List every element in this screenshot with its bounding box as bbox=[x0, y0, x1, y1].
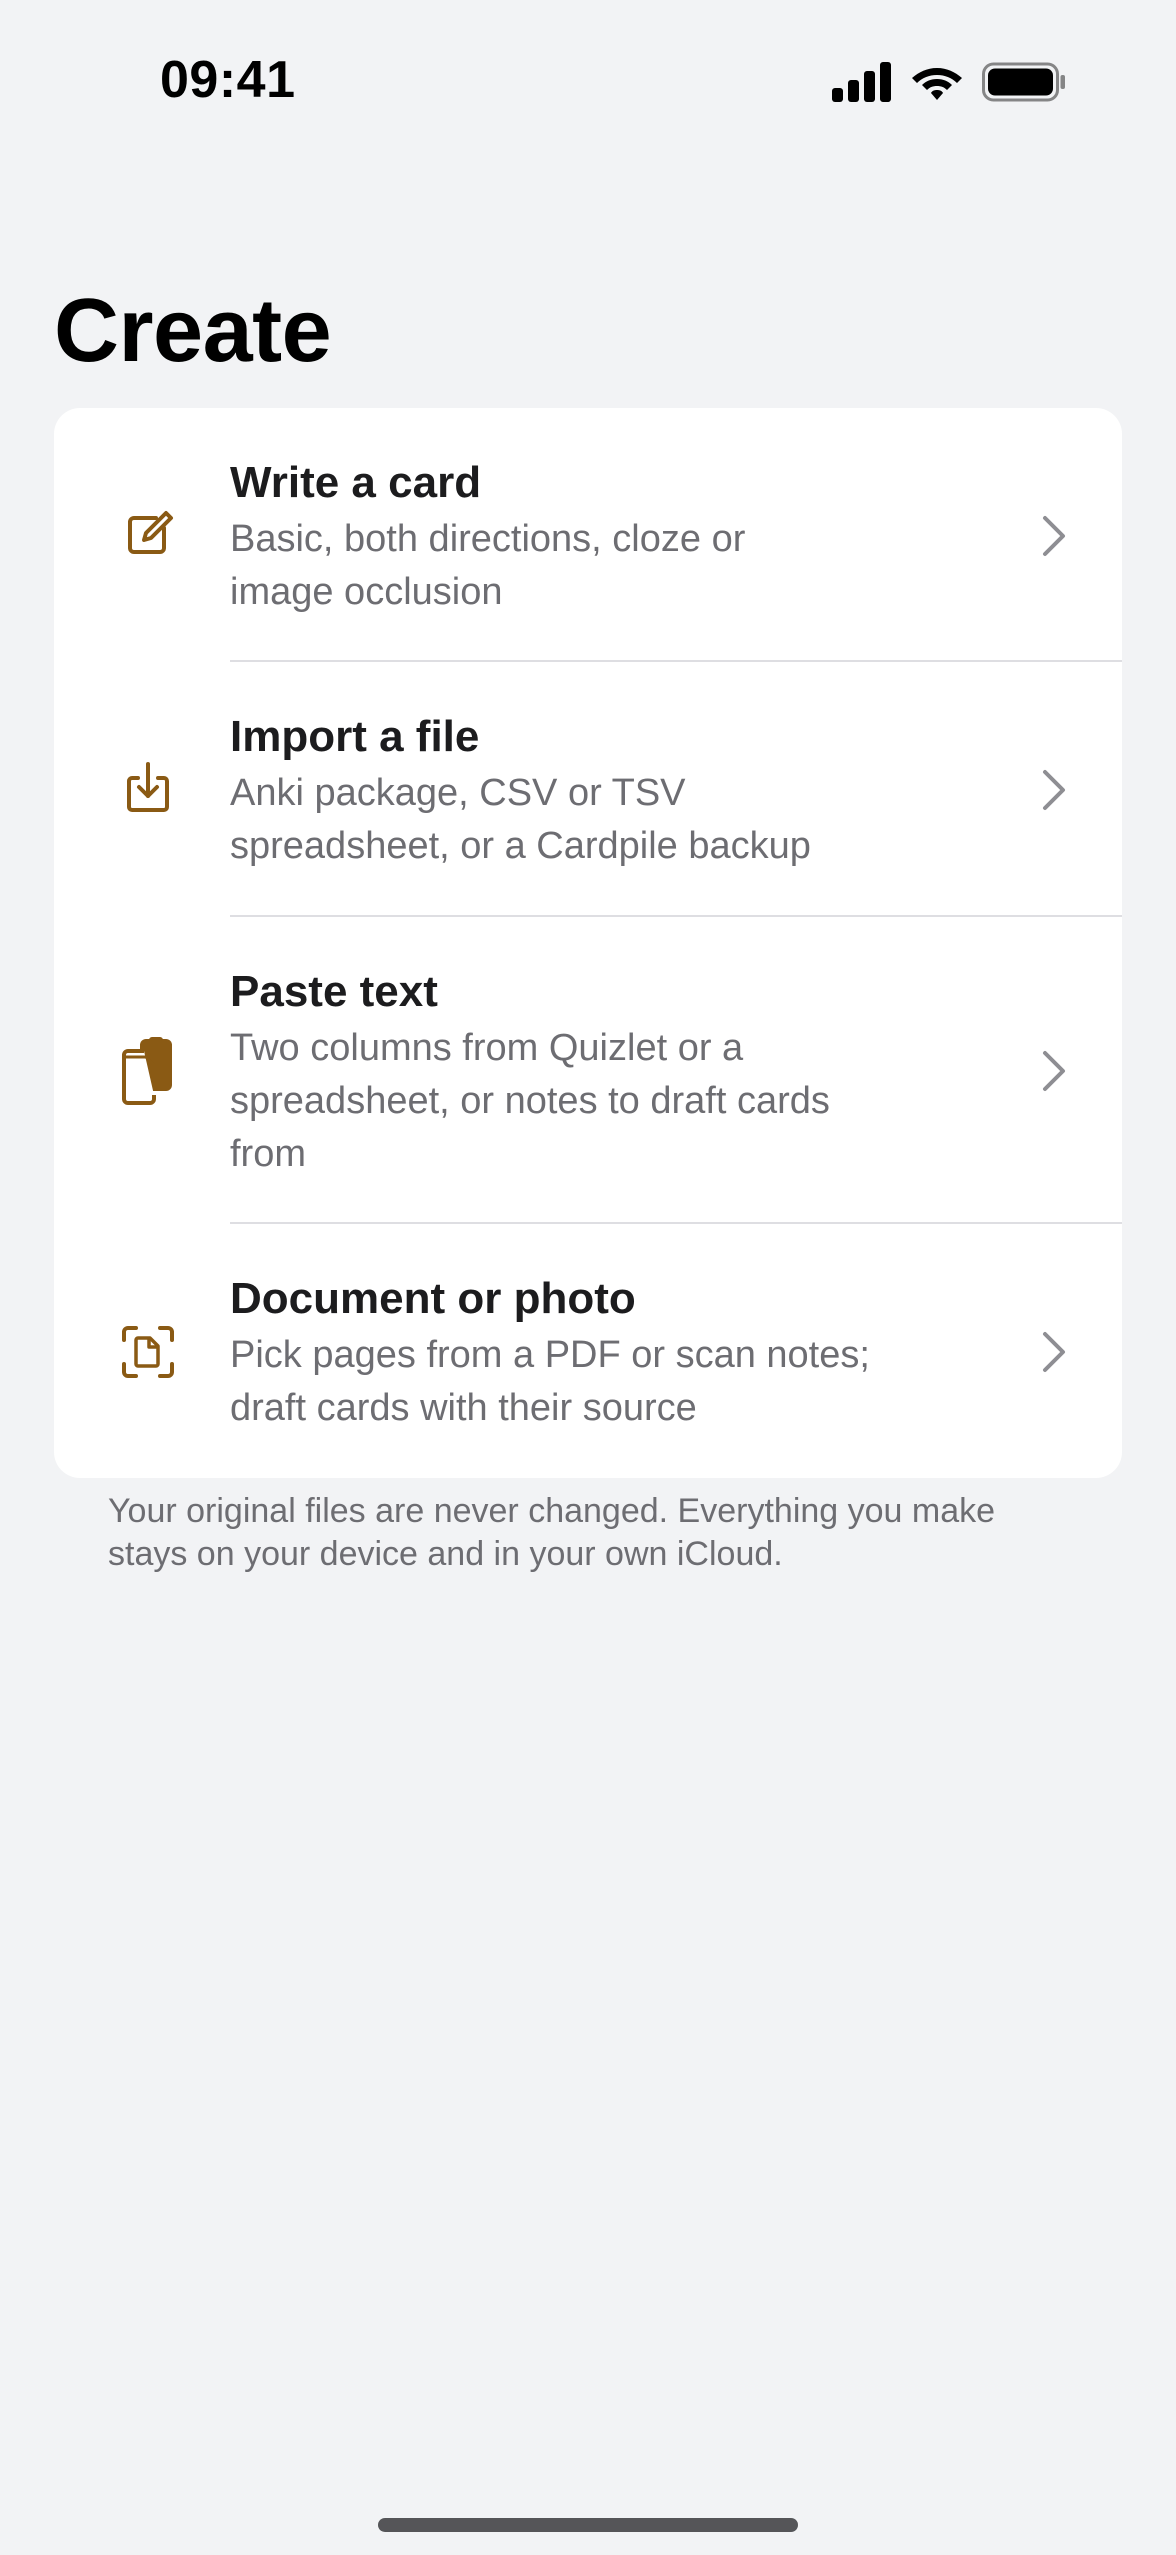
option-import-file[interactable]: Import a file Anki package, CSV or TSV s… bbox=[54, 662, 1122, 916]
page-title: Create bbox=[54, 281, 332, 381]
chevron-right-icon bbox=[1040, 514, 1068, 558]
footer-note-line: stays on your device and in your own iCl… bbox=[108, 1535, 783, 1573]
option-title: Document or photo bbox=[230, 1274, 636, 1323]
cellular-signal-icon bbox=[832, 62, 892, 102]
footer-note-line: Your original files are never changed. E… bbox=[108, 1492, 996, 1530]
chevron-right-icon bbox=[1040, 1330, 1068, 1374]
compose-icon bbox=[120, 506, 176, 562]
option-subtitle-line: draft cards with their source bbox=[230, 1387, 697, 1429]
option-document-photo[interactable]: Document or photo Pick pages from a PDF … bbox=[54, 1224, 1122, 1478]
option-subtitle-line: spreadsheet, or notes to draft cards bbox=[230, 1080, 830, 1122]
option-title: Import a file bbox=[230, 712, 480, 761]
option-subtitle-line: spreadsheet, or a Cardpile backup bbox=[230, 825, 811, 867]
option-subtitle-line: from bbox=[230, 1133, 306, 1175]
option-text: Document or photo Pick pages from a PDF … bbox=[230, 1272, 990, 1435]
option-write-card[interactable]: Write a card Basic, both directions, clo… bbox=[54, 408, 1122, 662]
option-subtitle-line: Basic, both directions, cloze or bbox=[230, 518, 746, 560]
status-bar: 09:41 bbox=[0, 0, 1176, 170]
option-text: Import a file Anki package, CSV or TSV s… bbox=[230, 710, 990, 873]
status-time: 09:41 bbox=[160, 51, 296, 109]
option-text: Paste text Two columns from Quizlet or a… bbox=[230, 965, 990, 1181]
option-title: Write a card bbox=[230, 458, 482, 507]
battery-icon bbox=[982, 62, 1066, 102]
chevron-right-icon bbox=[1040, 768, 1068, 812]
option-title: Paste text bbox=[230, 967, 438, 1016]
option-subtitle-line: Anki package, CSV or TSV bbox=[230, 772, 686, 814]
option-subtitle: Pick pages from a PDF or scan notes; dra… bbox=[230, 1329, 990, 1435]
wifi-icon bbox=[910, 62, 964, 102]
option-paste-text[interactable]: Paste text Two columns from Quizlet or a… bbox=[54, 917, 1122, 1223]
document-scan-icon bbox=[120, 1324, 176, 1380]
option-subtitle: Two columns from Quizlet or a spreadshee… bbox=[230, 1022, 990, 1181]
home-indicator[interactable] bbox=[378, 2518, 798, 2532]
status-icons bbox=[832, 62, 1066, 102]
footer-note: Your original files are never changed. E… bbox=[108, 1490, 1078, 1576]
clipboard-icon bbox=[120, 1037, 176, 1105]
option-subtitle: Anki package, CSV or TSV spreadsheet, or… bbox=[230, 767, 990, 873]
option-subtitle-line: Two columns from Quizlet or a bbox=[230, 1027, 744, 1069]
import-icon bbox=[120, 760, 176, 816]
chevron-right-icon bbox=[1040, 1049, 1068, 1093]
option-text: Write a card Basic, both directions, clo… bbox=[230, 456, 990, 619]
option-subtitle: Basic, both directions, cloze or image o… bbox=[230, 513, 990, 619]
create-options-list: Write a card Basic, both directions, clo… bbox=[54, 408, 1122, 1478]
option-subtitle-line: Pick pages from a PDF or scan notes; bbox=[230, 1334, 870, 1376]
option-subtitle-line: image occlusion bbox=[230, 571, 503, 613]
